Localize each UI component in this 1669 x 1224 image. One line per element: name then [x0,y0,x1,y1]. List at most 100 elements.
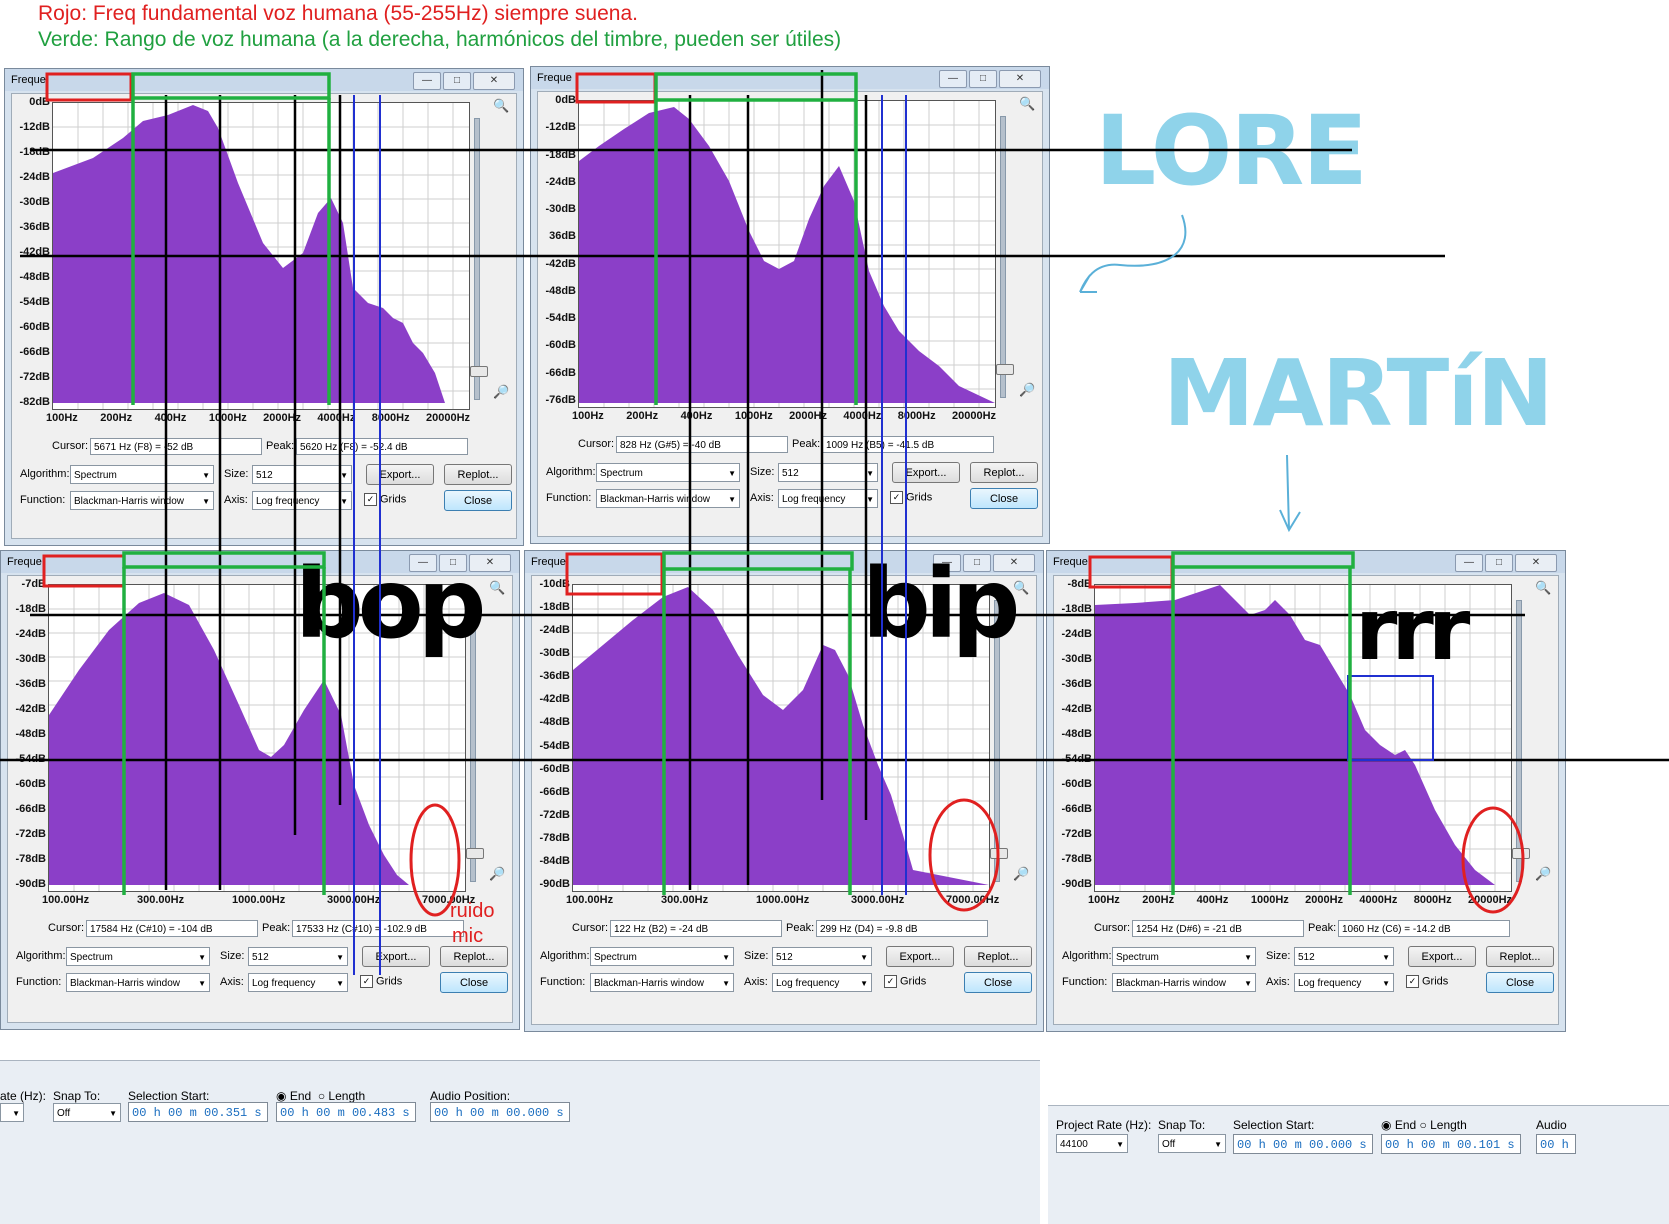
zoom-slider-thumb[interactable] [1512,848,1530,859]
spectrum-plot[interactable] [52,102,470,410]
window-titlebar[interactable]: Freque — □ ✕ [1047,551,1565,573]
replot-button[interactable]: Replot... [440,946,508,967]
project-rate-combo[interactable]: 44100 [1056,1134,1128,1154]
zoom-in-icon[interactable]: 🔍 [489,580,505,596]
selection-end-time-right[interactable]: 00 h 00 m 00.101 s [1381,1134,1521,1154]
zoom-slider[interactable] [1000,116,1006,398]
replot-button[interactable]: Replot... [964,946,1032,967]
size-combo[interactable]: 512 [248,947,348,967]
zoom-in-icon[interactable]: 🔍 [1013,580,1029,596]
zoom-in-icon[interactable]: 🔍 [493,98,509,114]
minimize-icon[interactable]: — [939,70,967,88]
zoom-slider-thumb[interactable] [470,366,488,377]
minimize-icon[interactable]: — [413,72,441,90]
zoom-slider-thumb[interactable] [996,364,1014,375]
maximize-icon[interactable]: □ [1485,554,1513,572]
audio-position-time[interactable]: 00 h 00 m 00.000 s [430,1102,570,1122]
window-title: Freque [1053,556,1088,568]
x-tick-label: 100.00Hz [566,894,614,906]
maximize-icon[interactable]: □ [443,72,471,90]
y-tick-label: -54dB [539,739,570,752]
selection-start-time[interactable]: 00 h 00 m 00.351 s [128,1102,268,1122]
close-button[interactable]: Close [964,972,1032,993]
zoom-slider[interactable] [1516,600,1522,882]
close-button[interactable]: Close [1486,972,1554,993]
minimize-icon[interactable]: — [1455,554,1483,572]
replot-button[interactable]: Replot... [1486,946,1554,967]
spectrum-plot[interactable] [578,100,996,408]
check-icon: ✓ [1406,975,1419,988]
close-button[interactable]: Close [444,490,512,511]
zoom-slider-thumb[interactable] [466,848,484,859]
algorithm-combo[interactable]: Spectrum [1112,947,1256,967]
axis-combo[interactable]: Log frequency [1294,973,1394,993]
function-combo[interactable]: Blackman-Harris window [596,489,740,509]
audio-position-label: Audio Position: [430,1089,511,1103]
function-combo[interactable]: Blackman-Harris window [70,491,214,511]
export-button[interactable]: Export... [1408,946,1476,967]
selection-end-time[interactable]: 00 h 00 m 00.483 s [276,1102,416,1122]
y-tick-label: -36dB [19,221,50,233]
close-button[interactable]: Close [440,972,508,993]
zoom-out-icon[interactable]: 🔎 [489,866,505,882]
zoom-in-icon[interactable]: 🔍 [1019,96,1035,112]
size-combo[interactable]: 512 [252,465,352,485]
maximize-icon[interactable]: □ [969,70,997,88]
grids-checkbox[interactable]: ✓ Grids [1406,975,1448,988]
x-tick-label: 8000Hz [371,412,410,424]
end-radio-right[interactable]: ◉ End ○ Length [1381,1118,1467,1132]
y-tick-label: -60dB [545,339,576,352]
export-button[interactable]: Export... [886,946,954,967]
zoom-slider[interactable] [474,118,480,400]
snap-combo-right[interactable]: Off [1158,1134,1226,1154]
grids-checkbox[interactable]: ✓ Grids [364,493,406,506]
close-icon[interactable]: ✕ [473,72,515,90]
window-titlebar[interactable]: Freque — □ ✕ [5,69,523,91]
spectrum-svg [53,103,469,409]
function-combo[interactable]: Blackman-Harris window [66,973,210,993]
export-button[interactable]: Export... [362,946,430,967]
export-button[interactable]: Export... [892,462,960,483]
size-combo[interactable]: 512 [778,463,878,483]
y-tick-label: -60dB [19,321,50,333]
zoom-out-icon[interactable]: 🔎 [1019,382,1035,398]
grids-checkbox[interactable]: ✓ Grids [360,975,402,988]
axis-combo[interactable]: Log frequency [252,491,352,511]
y-tick-label: -66dB [15,803,46,815]
y-tick-label: -24dB [15,628,46,640]
zoom-out-icon[interactable]: 🔎 [493,384,509,400]
selection-start-time-right[interactable]: 00 h 00 m 00.000 s [1233,1134,1373,1154]
algorithm-combo[interactable]: Spectrum [66,947,210,967]
window-titlebar[interactable]: Freque — □ ✕ [531,67,1049,89]
close-icon[interactable]: ✕ [999,70,1041,88]
axis-combo[interactable]: Log frequency [248,973,348,993]
size-combo[interactable]: 512 [1294,947,1394,967]
zoom-out-icon[interactable]: 🔎 [1013,866,1029,882]
close-button[interactable]: Close [970,488,1038,509]
close-icon[interactable]: ✕ [1515,554,1557,572]
grids-checkbox[interactable]: ✓ Grids [884,975,926,988]
function-combo[interactable]: Blackman-Harris window [1112,973,1256,993]
rate-combo[interactable] [0,1103,24,1123]
grids-checkbox[interactable]: ✓ Grids [890,491,932,504]
zoom-in-icon[interactable]: 🔍 [1535,580,1551,596]
algorithm-combo[interactable]: Spectrum [596,463,740,483]
algorithm-combo[interactable]: Spectrum [590,947,734,967]
size-combo[interactable]: 512 [772,947,872,967]
audio-time-right[interactable]: 00 h [1536,1134,1576,1154]
function-label: Function: [1062,976,1108,988]
zoom-out-icon[interactable]: 🔎 [1535,866,1551,882]
algorithm-combo[interactable]: Spectrum [70,465,214,485]
replot-button[interactable]: Replot... [970,462,1038,483]
zoom-slider-thumb[interactable] [990,848,1008,859]
export-button[interactable]: Export... [366,464,434,485]
x-tick-label: 4000Hz [317,412,356,424]
snap-combo[interactable]: Off [53,1103,121,1123]
x-tick-label: 100Hz [46,412,78,424]
axis-combo[interactable]: Log frequency [772,973,872,993]
replot-button[interactable]: Replot... [444,464,512,485]
end-radio[interactable]: ◉ End ○ Length [276,1089,365,1103]
y-tick-label: -48dB [1061,728,1092,740]
function-combo[interactable]: Blackman-Harris window [590,973,734,993]
axis-combo[interactable]: Log frequency [778,489,878,509]
